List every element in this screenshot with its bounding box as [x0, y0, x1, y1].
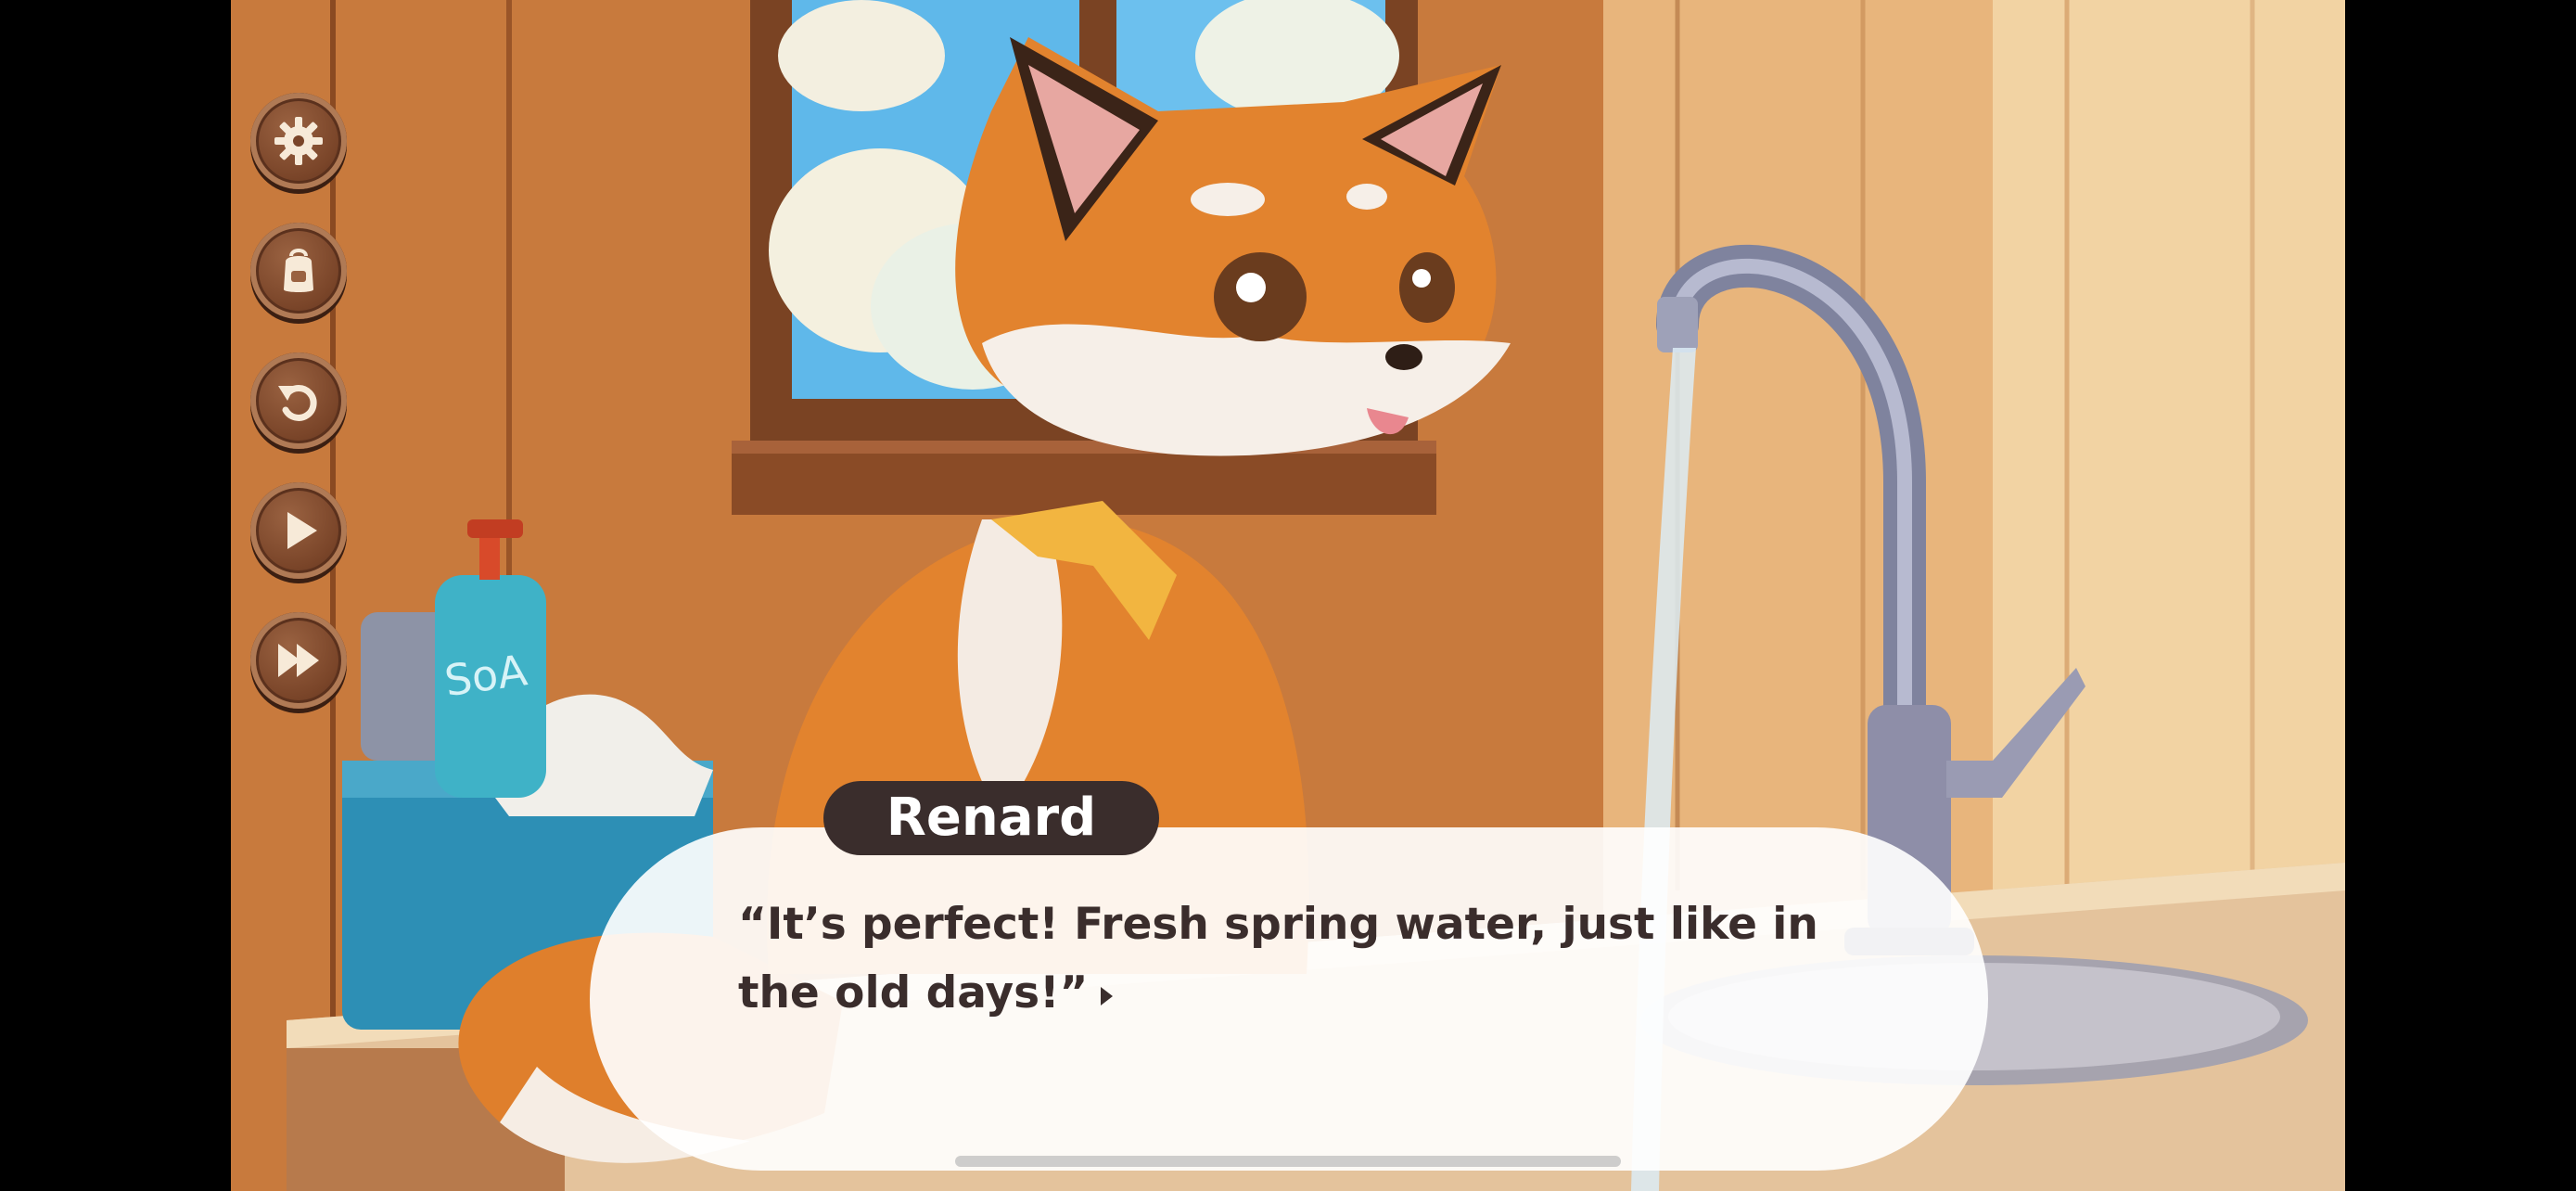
inventory-button[interactable] [250, 223, 347, 319]
dialogue-text-container[interactable]: “It’s perfect! Fresh spring water, just … [738, 890, 1897, 1028]
auto-play-button[interactable] [250, 482, 347, 579]
fast-forward-icon [278, 644, 319, 677]
settings-button[interactable] [250, 93, 347, 189]
undo-icon [278, 384, 317, 421]
continue-arrow-icon[interactable] [1101, 986, 1114, 1005]
undo-button[interactable] [250, 352, 347, 449]
home-indicator[interactable] [955, 1156, 1621, 1167]
speaker-name: Renard [823, 781, 1159, 855]
game-screen: SoA Renard “It’s perfect! Fresh spring w… [0, 0, 2576, 1191]
play-icon [287, 512, 317, 549]
gear-icon [274, 117, 323, 165]
dialogue-line: “It’s perfect! Fresh spring water, just … [738, 899, 1818, 1018]
skip-button[interactable] [250, 612, 347, 709]
backpack-icon [284, 249, 313, 292]
